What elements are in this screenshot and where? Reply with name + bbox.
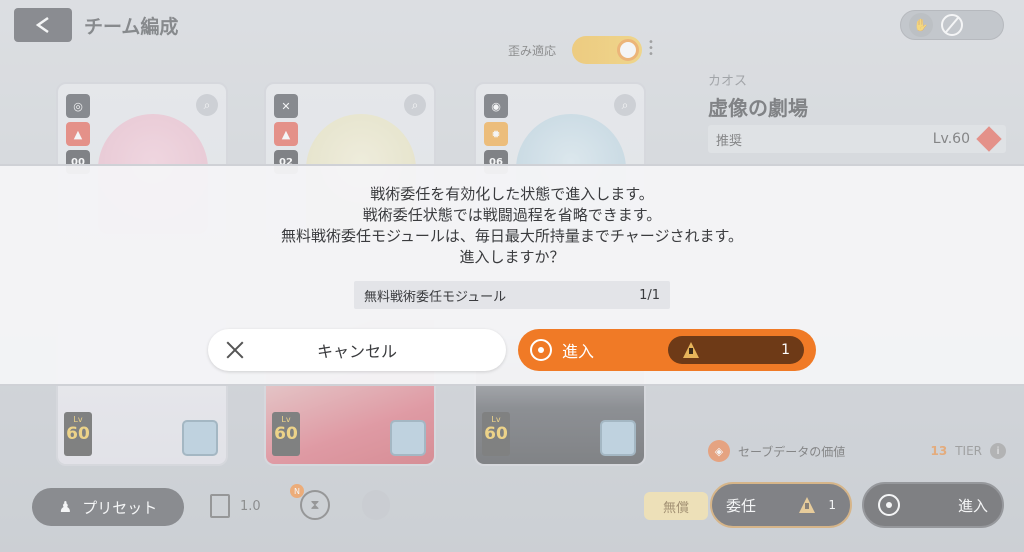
cancel-label: キャンセル [316,342,397,361]
dialog-line: 無料戦術委任モジュールは、毎日最大所持量までチャージされます。 [280,227,743,245]
dialog-line: 進入しますか？ [459,248,565,266]
target-icon [530,339,552,361]
dialog-message: 戦術委任を有効化した状態で進入します。 戦術委任状態では戦闘過程を省略できます。… [0,184,1024,268]
confirm-enter-button[interactable]: 進入 1 [518,329,816,371]
confirm-count: 1 [781,342,790,358]
dialog-line: 戦術委任状態では戦闘過程を省略できます。 [362,206,662,224]
confirm-dialog: 戦術委任を有効化した状態で進入します。 戦術委任状態では戦闘過程を省略できます。… [0,164,1024,386]
dialog-line: 戦術委任を有効化した状態で進入します。 [370,185,654,203]
free-module-row: 無料戦術委任モジュール 1/1 [354,281,670,309]
cancel-button[interactable]: キャンセル [208,329,506,371]
module-count: 1/1 [639,287,660,303]
module-icon [682,342,700,358]
module-cost-pill: 1 [668,336,804,364]
module-label: 無料戦術委任モジュール [364,289,507,305]
confirm-label: 進入 [562,342,595,361]
